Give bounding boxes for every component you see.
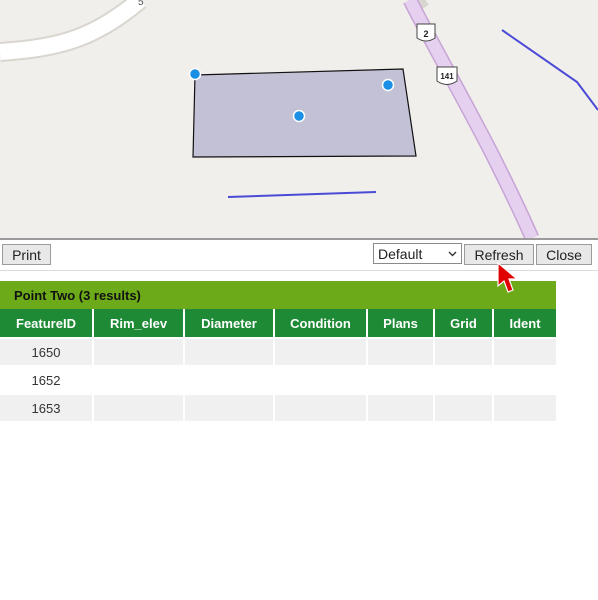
print-button[interactable]: Print xyxy=(2,244,51,265)
table-cell: 1652 xyxy=(0,365,94,394)
column-header-rim-elev[interactable]: Rim_elev xyxy=(93,309,185,338)
vertex-point[interactable] xyxy=(381,78,395,92)
table-cell xyxy=(93,393,185,421)
column-header-featureid[interactable]: FeatureID xyxy=(0,309,94,338)
table-cell xyxy=(434,365,494,394)
chevron-down-icon xyxy=(448,251,457,257)
table-cell: 1653 xyxy=(0,393,94,421)
highway-shield-2: 2 xyxy=(416,23,436,42)
column-header-diameter[interactable]: Diameter xyxy=(184,309,275,338)
table-cell xyxy=(434,393,494,421)
table-cell xyxy=(493,365,556,394)
table-row[interactable]: 1653 xyxy=(0,393,556,421)
svg-text:2: 2 xyxy=(423,29,428,39)
table-cell xyxy=(274,393,368,421)
results-table: FeatureID Rim_elev Diameter Condition Pl… xyxy=(0,309,556,421)
table-cell xyxy=(367,393,435,421)
layer-select[interactable]: Default xyxy=(373,243,462,264)
pointer-arrow-icon xyxy=(497,262,519,293)
road-label: 5 xyxy=(138,0,144,8)
drawn-line[interactable] xyxy=(227,191,377,198)
table-cell xyxy=(493,337,556,366)
map-canvas[interactable]: 5 2 141 xyxy=(0,0,598,238)
vertex-point[interactable] xyxy=(188,67,202,81)
table-cell xyxy=(367,365,435,394)
vertex-point[interactable] xyxy=(292,109,306,123)
column-header-plans[interactable]: Plans xyxy=(367,309,435,338)
close-button[interactable]: Close xyxy=(536,244,592,265)
table-cell xyxy=(434,337,494,366)
table-cell xyxy=(493,393,556,421)
table-cell xyxy=(274,337,368,366)
column-header-condition[interactable]: Condition xyxy=(274,309,368,338)
table-header-row: FeatureID Rim_elev Diameter Condition Pl… xyxy=(0,309,556,338)
column-header-ident[interactable]: Ident xyxy=(493,309,556,338)
map-view[interactable]: 5 2 141 xyxy=(0,0,598,238)
drawn-line[interactable] xyxy=(501,29,598,111)
highway-shield-141: 141 xyxy=(436,66,458,85)
table-cell xyxy=(93,365,185,394)
table-cell xyxy=(367,337,435,366)
table-row[interactable]: 1650 xyxy=(0,337,556,366)
table-cell xyxy=(184,337,275,366)
table-cell xyxy=(93,337,185,366)
table-cell xyxy=(184,393,275,421)
results-title: Point Two (3 results) xyxy=(0,281,556,309)
table-cell: 1650 xyxy=(0,337,94,366)
column-header-grid[interactable]: Grid xyxy=(434,309,494,338)
svg-text:141: 141 xyxy=(440,72,454,81)
table-cell xyxy=(184,365,275,394)
table-cell xyxy=(274,365,368,394)
results-panel: Point Two (3 results) FeatureID Rim_elev… xyxy=(0,281,556,421)
layer-select-value: Default xyxy=(378,245,423,262)
table-row[interactable]: 1652 xyxy=(0,365,556,394)
